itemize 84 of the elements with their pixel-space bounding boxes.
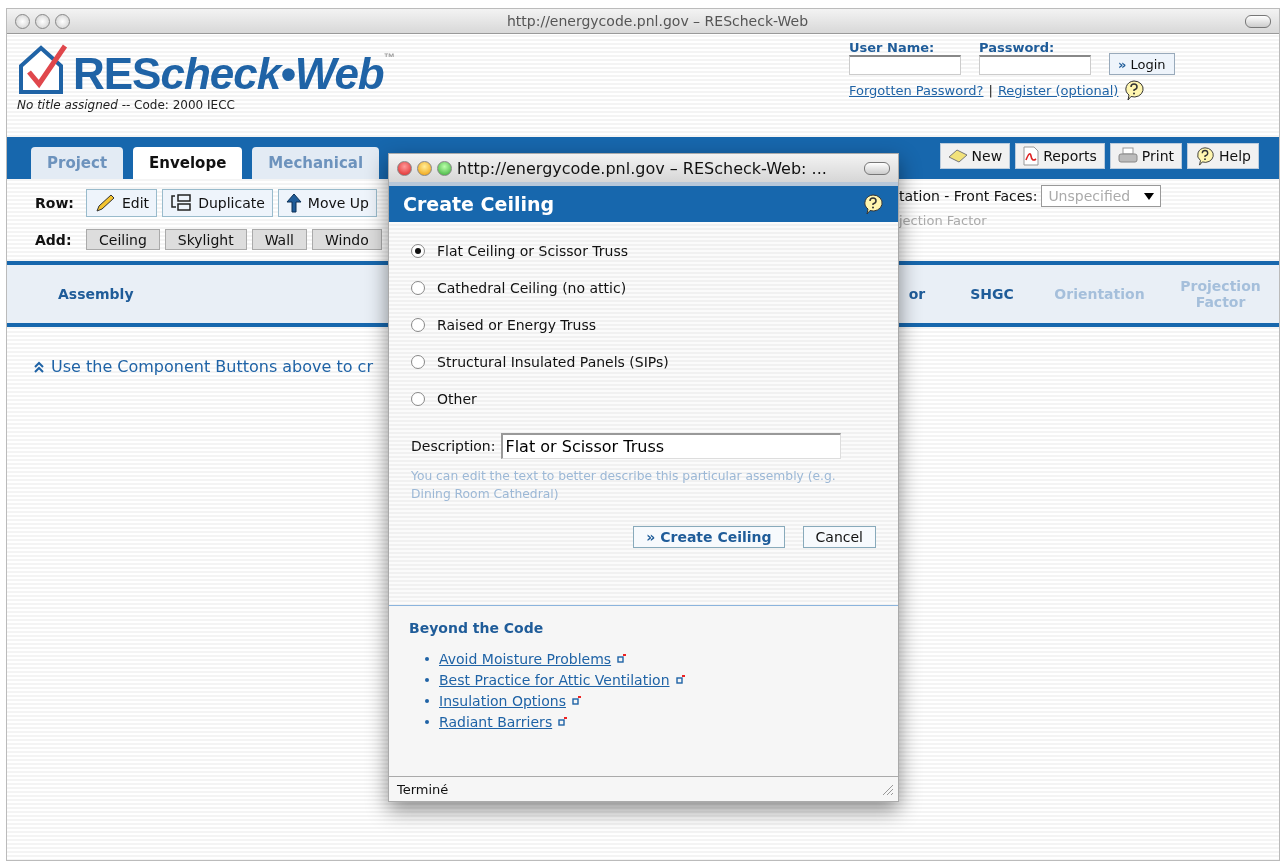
login-button[interactable]: » Login — [1109, 53, 1175, 75]
zoom-button[interactable] — [55, 13, 70, 29]
option-label: Flat Ceiling or Scissor Truss — [437, 242, 629, 259]
external-link-icon — [558, 717, 568, 726]
option-label: Raised or Energy Truss — [437, 316, 597, 333]
house-checkmark-icon — [17, 42, 69, 96]
printer-icon — [1117, 147, 1138, 165]
add-component-button[interactable]: Windo — [311, 229, 382, 250]
radio-button[interactable] — [411, 354, 425, 369]
create-ceiling-button[interactable]: » Create Ceiling — [633, 525, 785, 548]
toolbar-toggle-button[interactable] — [1245, 14, 1271, 28]
cancel-button[interactable]: Cancel — [802, 525, 876, 548]
option-label: Cathedral Ceiling (no attic) — [437, 279, 627, 296]
radio-button[interactable] — [411, 317, 425, 332]
help-icon[interactable] — [1123, 79, 1146, 101]
bullet-icon — [425, 698, 429, 703]
radio-button[interactable] — [411, 280, 425, 295]
resource-link[interactable]: Insulation Options — [439, 692, 566, 709]
empty-table-message: Use the Component Buttons above to cr — [51, 357, 373, 376]
resource-link[interactable]: Avoid Moisture Problems — [439, 650, 612, 667]
resize-grip-icon[interactable] — [880, 782, 894, 796]
window-title: http://energycode.pnl.gov – REScheck-Web: ... — [457, 158, 828, 178]
external-link-icon — [617, 654, 627, 663]
tab[interactable]: Envelope — [133, 147, 243, 179]
note-icon — [947, 148, 968, 164]
register-link[interactable]: Register (optional) — [997, 82, 1119, 98]
column-header: SHGC — [969, 286, 1015, 302]
add-component-button[interactable]: Ceiling — [86, 229, 160, 250]
toolbar-button[interactable]: Print — [1109, 143, 1183, 169]
column-header: or — [907, 286, 927, 302]
window-title: http://energycode.pnl.gov – REScheck-Web — [505, 13, 810, 29]
section-heading: Beyond the Code — [409, 620, 545, 636]
description-label: Description: — [411, 438, 496, 454]
status-text: Terminé — [397, 781, 449, 797]
minimize-button[interactable] — [417, 160, 432, 176]
duplicate-icon — [170, 193, 193, 213]
orientation-label: tation - Front Faces: — [899, 188, 1038, 204]
row-label: Row: — [35, 195, 75, 211]
resource-link[interactable]: Radiant Barriers — [439, 713, 553, 730]
add-component-button[interactable]: Skylight — [164, 229, 247, 250]
password-label: Password: — [979, 40, 1056, 55]
user-name-field[interactable] — [849, 55, 961, 75]
double-chevron-up-icon — [33, 360, 45, 373]
pencil-icon — [94, 193, 116, 213]
caret-icon — [1144, 192, 1155, 200]
user-name-label: User Name: — [849, 40, 936, 55]
description-field[interactable]: Flat or Scissor Truss — [501, 433, 842, 459]
option-label: Other — [437, 390, 477, 407]
logo-text: REScheck•Web$^{™}$ — [73, 52, 394, 96]
add-label: Add: — [35, 231, 73, 248]
help-icon[interactable] — [862, 193, 884, 215]
help-icon — [1195, 146, 1216, 166]
link-separator: | — [988, 82, 993, 98]
row-action-button[interactable]: Edit — [86, 189, 158, 217]
bullet-icon — [425, 656, 429, 661]
password-field[interactable] — [979, 55, 1091, 75]
radio-button[interactable] — [411, 243, 425, 258]
bullet-icon — [425, 719, 429, 724]
radio-button[interactable] — [411, 391, 425, 406]
external-link-icon — [571, 696, 581, 705]
up-arrow-icon — [285, 193, 302, 213]
hint-text: You can edit the text to better describe this particular assembly (e.g. Dining Room Cathedral) — [411, 468, 837, 504]
toolbar-button[interactable]: Reports — [1015, 143, 1105, 169]
add-component-button[interactable]: Wall — [251, 229, 307, 250]
toolbar-button[interactable]: New — [939, 143, 1011, 169]
resource-link[interactable]: Best Practice for Attic Ventilation — [439, 671, 670, 688]
project-subtitle: No title assigned -- Code: 2000 IECC — [17, 98, 236, 112]
external-link-icon — [675, 675, 685, 684]
zoom-button[interactable] — [437, 160, 452, 176]
column-header: Assembly — [58, 286, 134, 302]
forgotten-password-link[interactable]: Forgotten Password? — [849, 82, 984, 98]
bullet-icon — [425, 677, 429, 682]
dialog-title: Create Ceiling — [403, 193, 555, 215]
toolbar-button[interactable]: Help — [1187, 143, 1259, 169]
column-header: Orientation — [1053, 286, 1146, 302]
row-action-button[interactable]: Duplicate — [162, 189, 273, 217]
pdf-icon — [1023, 146, 1040, 166]
row-action-button[interactable]: Move Up — [277, 189, 377, 217]
minimize-button[interactable] — [35, 13, 50, 29]
close-button[interactable] — [397, 160, 412, 176]
option-label: Structural Insulated Panels (SIPs) — [437, 353, 669, 370]
toolbar-toggle-button[interactable] — [864, 161, 890, 175]
close-button[interactable] — [15, 13, 30, 29]
column-header: Projection Factor — [1179, 278, 1262, 310]
